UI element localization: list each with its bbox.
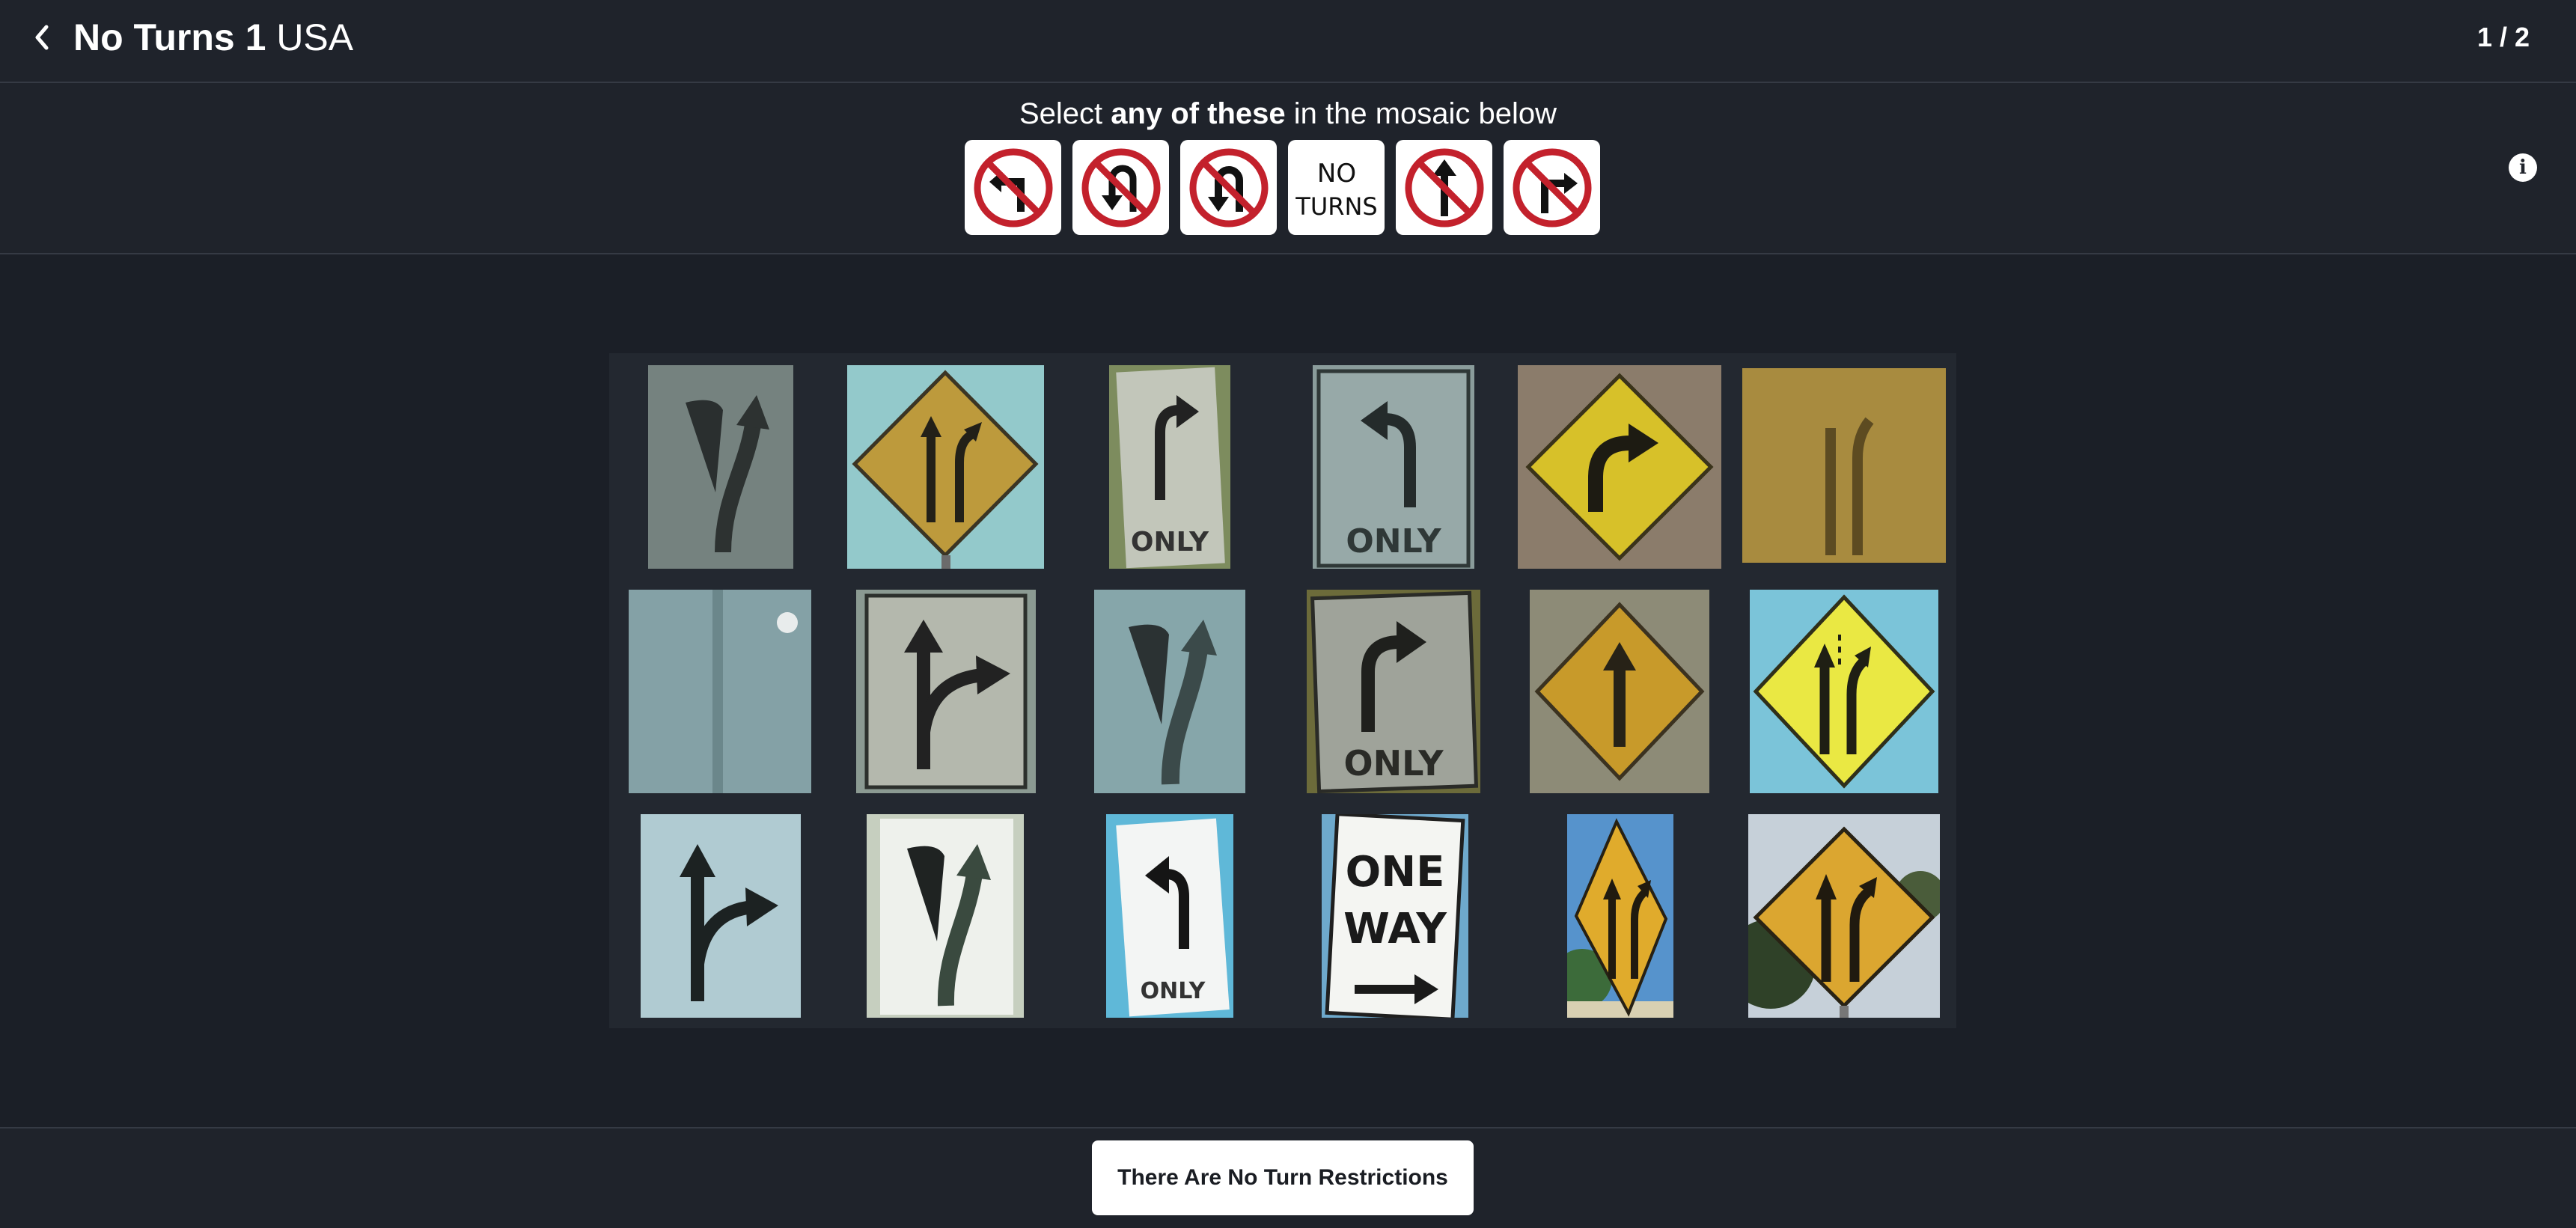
no-right-turn-sign [1504, 140, 1600, 235]
instruction-pre: Select [1019, 97, 1111, 130]
no-u-turn-sign [1072, 140, 1169, 235]
left-turn-only-sign-2[interactable]: ONLY [1106, 814, 1233, 1018]
footer-bar: There Are No Turn Restrictions [0, 1127, 2576, 1228]
added-lane-diamond-sign[interactable] [1750, 590, 1938, 793]
page-title: No Turns 1 USA [73, 13, 353, 61]
right-curve-diamond-sign[interactable] [1518, 365, 1721, 569]
right-turn-only-sign-1[interactable]: ONLY [1109, 365, 1230, 569]
left-turn-only-text-2: ONLY [1141, 978, 1206, 1004]
no-turns-line1: NO [1316, 159, 1355, 189]
top-bar: No Turns 1 USA 1 / 2 [0, 0, 2576, 83]
instruction-text: Select any of these in the mosaic below [0, 94, 2576, 134]
instruction-post: in the mosaic below [1285, 97, 1557, 130]
prompt-panel: Select any of these in the mosaic below … [0, 83, 2576, 254]
lane-merge-diamond-sign-2[interactable] [1567, 814, 1673, 1018]
no-turns-line2: TURNS [1295, 192, 1377, 221]
left-turn-only-text-1: ONLY [1346, 522, 1441, 560]
info-icon[interactable]: i [2509, 153, 2537, 182]
left-turn-only-sign-1[interactable]: ONLY [1313, 365, 1474, 569]
keep-right-island-sign-1[interactable] [648, 365, 793, 569]
right-turn-only-sign-2[interactable]: ONLY [1307, 590, 1480, 793]
blurry-merge-sign[interactable] [1742, 368, 1946, 563]
lane-merge-diamond-sign-1[interactable] [847, 365, 1044, 569]
page-indicator: 1 / 2 [2476, 22, 2530, 52]
straight-or-right-sign-2[interactable] [641, 814, 801, 1018]
title-category: No Turns 1 [73, 16, 266, 58]
no-straight-through-sign [1396, 140, 1492, 235]
no-left-turn-sign [965, 140, 1061, 235]
ahead-arrow-diamond-sign[interactable] [1530, 590, 1709, 793]
chevron-left-icon[interactable] [27, 19, 57, 55]
lane-merge-diamond-sign-3[interactable] [1748, 814, 1940, 1018]
image-mosaic: ONLY ONLY ONLY ONLY ONE WAY [609, 353, 1956, 1028]
one-way-line1: ONE [1346, 848, 1445, 896]
right-turn-only-text-2: ONLY [1343, 743, 1444, 783]
one-way-line2: WAY [1343, 905, 1447, 953]
example-signs: NO TURNS [965, 140, 1600, 235]
no-u-turn-sign-alt [1180, 140, 1277, 235]
keep-right-island-sign-3[interactable] [867, 814, 1024, 1018]
keep-right-island-sign-2[interactable] [1094, 590, 1245, 793]
sign-back-panel[interactable] [629, 590, 811, 793]
right-turn-only-text-1: ONLY [1131, 527, 1209, 558]
instruction-bold: any of these [1111, 97, 1286, 130]
title-region: USA [266, 16, 354, 58]
straight-or-right-sign-1[interactable] [856, 590, 1036, 793]
one-way-sign[interactable]: ONE WAY [1322, 814, 1468, 1018]
no-turn-restrictions-button[interactable]: There Are No Turn Restrictions [1092, 1140, 1474, 1215]
no-turns-text-sign: NO TURNS [1288, 140, 1385, 235]
